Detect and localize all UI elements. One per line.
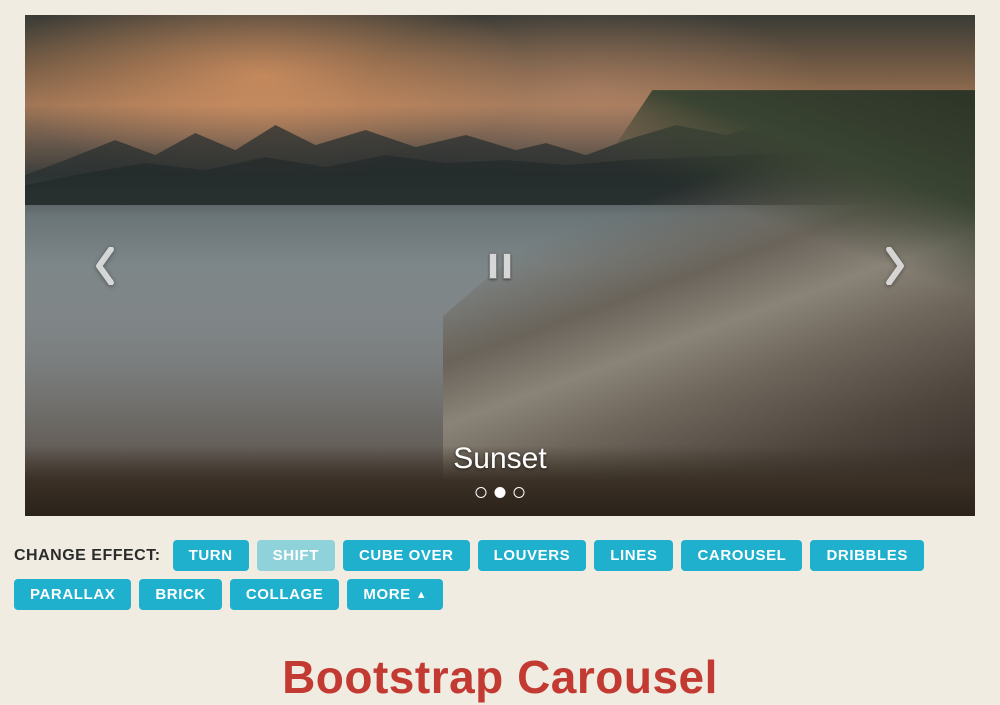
effects-toolbar: CHANGE EFFECT: TURN SHIFT CUBE OVER LOUVERS… <box>0 516 1000 610</box>
chevron-up-icon: ▲ <box>416 589 428 601</box>
effect-button-cube-over[interactable]: CUBE OVER <box>343 540 470 571</box>
effects-label: CHANGE EFFECT: <box>14 547 161 565</box>
effect-button-louvers[interactable]: LOUVERS <box>478 540 587 571</box>
effect-button-shift[interactable]: SHIFT <box>257 540 335 571</box>
page-title: Bootstrap Carousel <box>0 650 1000 704</box>
carousel-indicator[interactable] <box>495 487 506 498</box>
effect-button-turn[interactable]: TURN <box>173 540 249 571</box>
more-label: MORE <box>363 586 410 603</box>
pause-icon <box>489 253 497 279</box>
effect-button-dribbles[interactable]: DRIBBLES <box>810 540 923 571</box>
effects-more-button[interactable]: MORE ▲ <box>347 579 443 610</box>
chevron-right-icon <box>882 247 908 285</box>
carousel-prev-button[interactable] <box>80 241 130 291</box>
effect-button-brick[interactable]: BRICK <box>139 579 222 610</box>
carousel: Sunset <box>25 15 975 516</box>
effect-button-parallax[interactable]: PARALLAX <box>14 579 131 610</box>
chevron-left-icon <box>92 247 118 285</box>
effect-button-lines[interactable]: LINES <box>594 540 673 571</box>
carousel-indicators <box>476 487 525 498</box>
slide-caption: Sunset <box>25 442 975 476</box>
carousel-next-button[interactable] <box>870 241 920 291</box>
carousel-indicator[interactable] <box>476 487 487 498</box>
effect-button-collage[interactable]: COLLAGE <box>230 579 340 610</box>
carousel-pause-button[interactable] <box>482 248 518 284</box>
carousel-indicator[interactable] <box>514 487 525 498</box>
effect-button-carousel[interactable]: CAROUSEL <box>681 540 802 571</box>
pause-icon <box>503 253 511 279</box>
